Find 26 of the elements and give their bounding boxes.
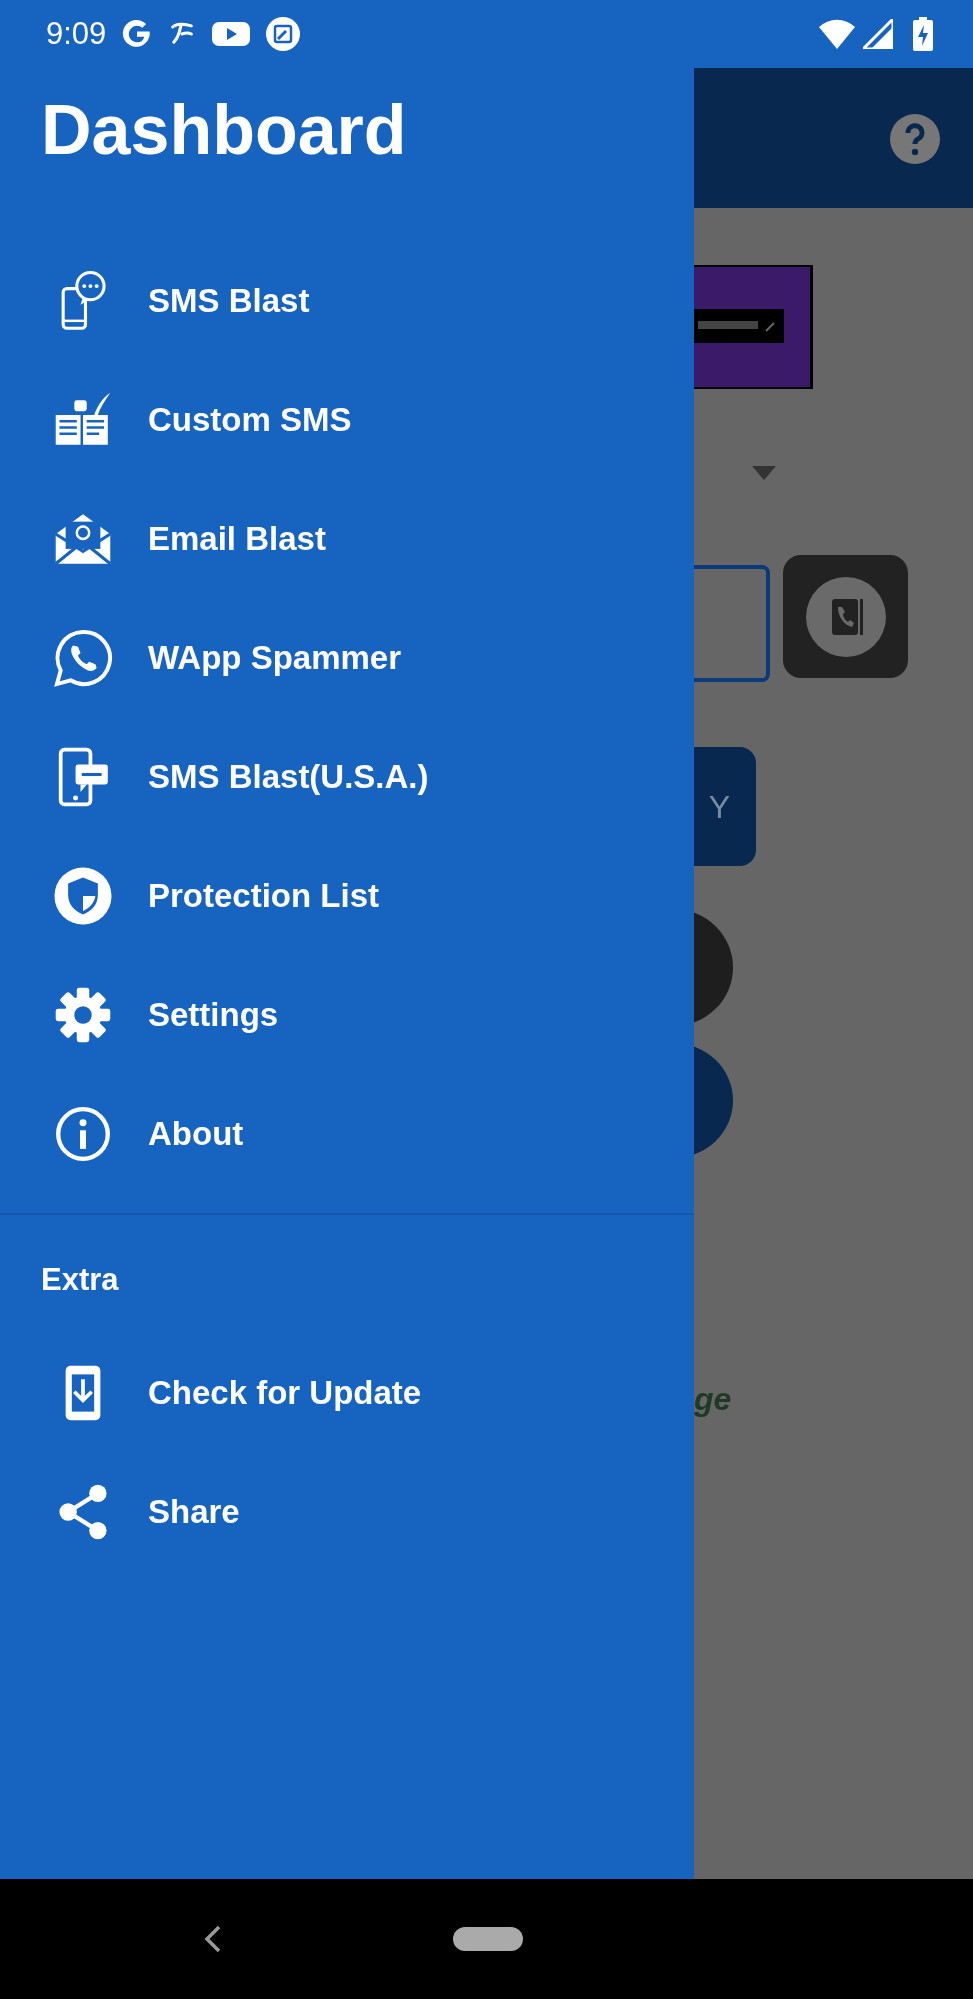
action-button[interactable]: Y: [694, 747, 756, 866]
back-icon[interactable]: [203, 1924, 223, 1954]
signal-icon: [863, 19, 893, 49]
battery-charging-icon: [913, 17, 933, 51]
section-title: Extra: [40, 1261, 120, 1299]
drawer-item[interactable]: Settings: [0, 955, 694, 1074]
drawer-item[interactable]: About: [0, 1074, 694, 1193]
drawer-item[interactable]: SMS Blast: [0, 241, 694, 360]
contacts-button[interactable]: [783, 555, 908, 678]
caption-text: ge: [694, 1380, 732, 1419]
help-icon[interactable]: [890, 114, 940, 164]
wifi-icon: [819, 19, 855, 49]
drawer-item[interactable]: SMS Blast(U.S.A.): [0, 717, 694, 836]
phone-book-icon: [805, 576, 886, 657]
drawer-item[interactable]: Check for Update: [0, 1333, 694, 1453]
dropdown-caret-icon[interactable]: [752, 466, 776, 480]
drawer-item[interactable]: WApp Spammer: [0, 598, 694, 717]
video-play-icon: [212, 19, 251, 49]
drawer-item[interactable]: Custom SMS: [0, 360, 694, 479]
drawer-title: Dashboard: [40, 90, 408, 169]
home-pill-icon[interactable]: [453, 1927, 523, 1951]
drawer-item[interactable]: Email Blast: [0, 479, 694, 598]
input-field[interactable]: [694, 565, 770, 682]
drawer-item[interactable]: Share: [0, 1452, 694, 1572]
clock-time: 9:09: [46, 14, 107, 53]
drawer-item[interactable]: Protection List: [0, 836, 694, 955]
